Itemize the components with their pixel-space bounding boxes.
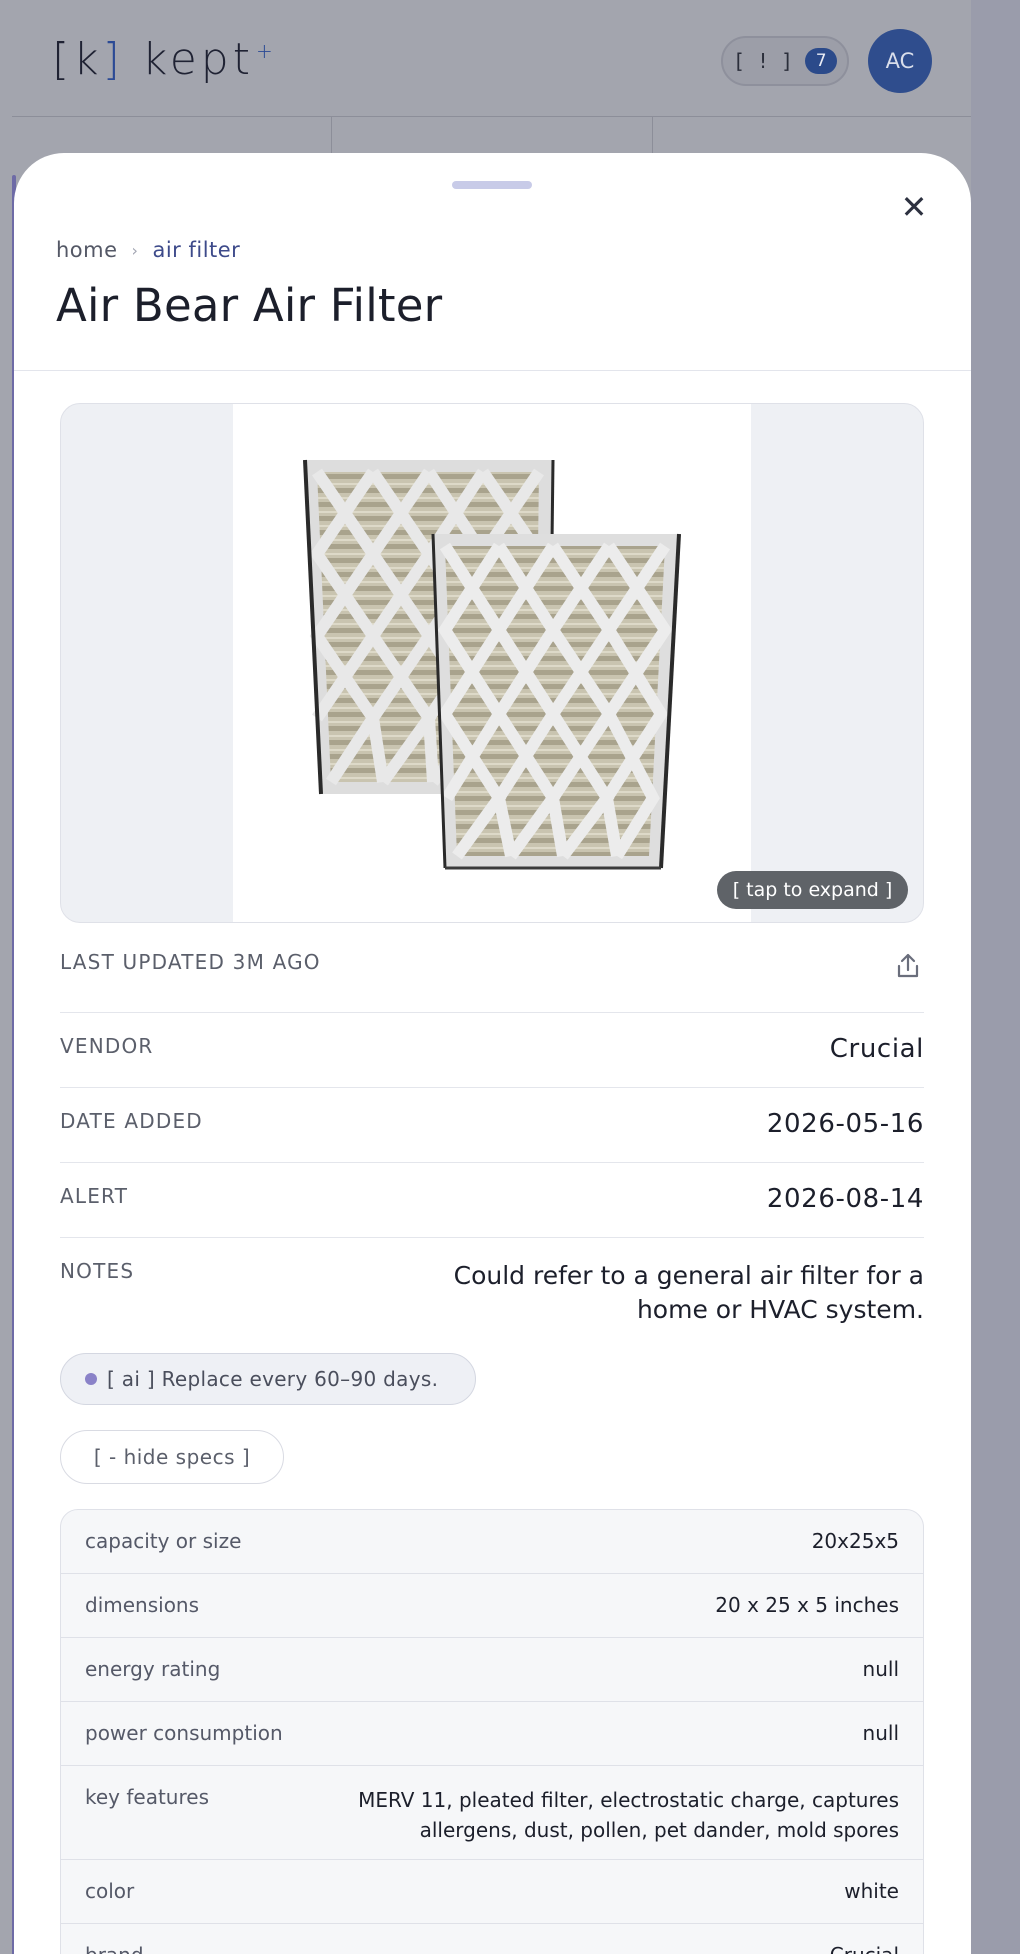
background-column-divider [331,116,332,154]
spec-value: null [862,1721,899,1745]
top-bar: [k] kept + [ ! ] 7 AC [0,0,971,118]
table-row: energy rating null [61,1638,923,1702]
spec-label: power consumption [85,1721,283,1745]
background-divider [12,116,971,117]
table-row: color white [61,1860,923,1924]
ai-dot-icon [85,1373,97,1385]
share-button[interactable] [892,950,924,982]
spec-label: capacity or size [85,1529,242,1553]
detail-value: Crucial [829,1034,924,1064]
row-divider [60,1012,924,1013]
background-column-divider [652,116,653,154]
spec-label: color [85,1879,135,1903]
spec-value: Crucial [265,1924,899,1954]
tap-to-expand-button[interactable]: [ tap to expand ] [717,871,908,909]
share-icon [897,953,919,978]
row-divider [60,1162,924,1163]
alerts-button[interactable]: [ ! ] 7 [721,36,849,86]
logo-k: k [73,34,103,85]
row-divider [60,1087,924,1088]
detail-value: 2026-08-14 [766,1184,924,1214]
notes-value: Could refer to a general air filter for … [453,1261,924,1324]
detail-label: ALERT [60,1184,129,1208]
spec-value: 20 x 25 x 5 inches [715,1593,899,1617]
detail-label: DATE ADDED [60,1109,203,1133]
alerts-label: [ ! ] [732,49,794,73]
alerts-count-badge: 7 [805,48,838,74]
background-scrim-edge [971,0,1020,1954]
spec-label: brand [85,1943,144,1954]
logo-bracket-close: ] [102,34,124,85]
spec-value: white [844,1879,899,1903]
detail-label: NOTES [60,1259,135,1283]
table-row: key features MERV 11, pleated filter, el… [61,1766,923,1860]
detail-value: 2026-05-16 [766,1109,924,1139]
breadcrumb-home[interactable]: home [56,238,118,262]
drag-handle[interactable] [452,181,532,189]
kept-logo[interactable]: [k] kept + [52,34,277,85]
spec-value: MERV 11, pleated filter, electrostatic c… [358,1788,899,1842]
spec-value: 20x25x5 [811,1529,899,1553]
spec-value: null [862,1657,899,1681]
logo-word: kept [141,34,254,85]
table-row: capacity or size 20x25x5 [61,1510,923,1574]
table-row: power consumption null [61,1702,923,1766]
table-row: brand Crucial [61,1924,923,1954]
hide-specs-button[interactable]: [ - hide specs ] [60,1430,284,1484]
air-filter-image [303,459,681,870]
spec-label: energy rating [85,1657,221,1681]
close-button[interactable]: ✕ [894,187,934,227]
page-title: Air Bear Air Filter [56,279,443,332]
item-detail-sheet: ✕ home › air filter Air Bear Air Filter [14,153,971,1954]
table-row: dimensions 20 x 25 x 5 inches [61,1574,923,1638]
product-image-card[interactable]: [ tap to expand ] [60,403,924,923]
ai-tip-chip[interactable]: [ ai ] Replace every 60–90 days. [60,1353,476,1405]
specs-table: capacity or size 20x25x5 dimensions 20 x… [60,1509,924,1954]
spec-label: dimensions [85,1593,200,1617]
chevron-right-icon: › [131,240,139,260]
row-divider [60,1237,924,1238]
product-image [233,404,751,922]
spec-label: key features [85,1785,209,1809]
detail-label: VENDOR [60,1034,154,1058]
logo-bracket-open: [ [52,34,74,85]
breadcrumb: home › air filter [56,238,240,262]
breadcrumb-current[interactable]: air filter [152,238,240,262]
logo-plus: + [256,39,277,64]
last-updated-label: LAST UPDATED 3M AGO [60,950,321,974]
ai-tip-text: [ ai ] Replace every 60–90 days. [107,1367,439,1391]
avatar[interactable]: AC [868,29,932,93]
close-icon: ✕ [900,188,928,226]
header-divider [14,370,971,371]
last-updated-row: LAST UPDATED 3M AGO [60,950,924,1012]
